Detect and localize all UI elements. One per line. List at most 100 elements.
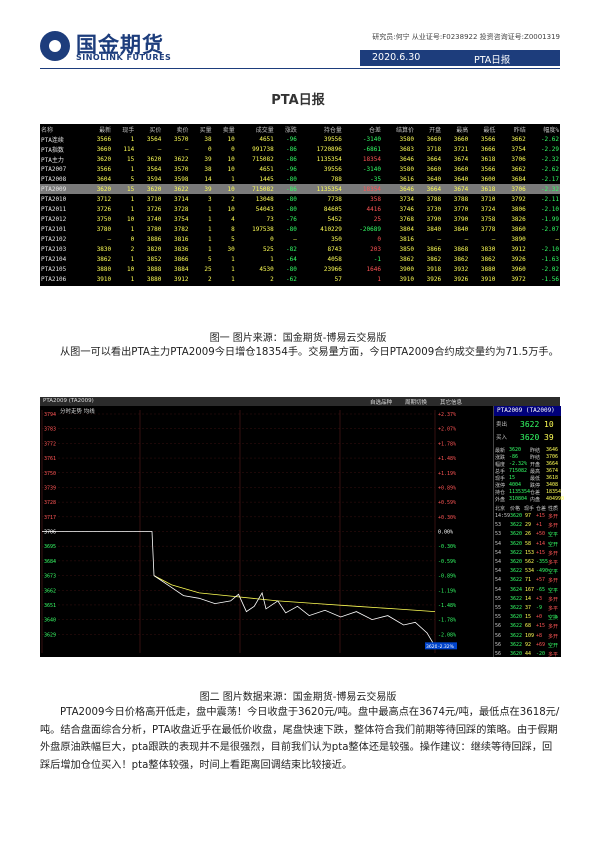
quote-cell: -2.10 [540, 245, 559, 253]
quote-cell: PTA连续 [41, 136, 64, 144]
panel-cell: 404990 [546, 496, 565, 502]
quote-cell: 1135354 [297, 184, 343, 194]
quote-row[interactable]: PTA2009 3620 15 3620 3622 39 10 715082 -86 113535… [40, 184, 560, 194]
quote-cell: 5 [231, 235, 235, 243]
quote-cell: 788 [331, 175, 342, 183]
toolbar-item[interactable]: 周期切换 [405, 398, 427, 406]
quote-cell: -80 [286, 265, 297, 273]
quote-cell: -2.32 [526, 184, 560, 194]
panel-cell: 109 [525, 632, 535, 639]
column-header[interactable]: 持仓量 [298, 124, 343, 134]
quote-row[interactable]: PTA连续 3566 1 3564 3570 38 10 4651 -96 39556 -3140 3… [40, 134, 560, 144]
quote-row[interactable]: PTA2106 3910 1 3880 3912 2 1 2 -62 57 1 3910 3926 392… [40, 274, 560, 284]
column-header[interactable]: 名称 [40, 124, 85, 134]
panel-cell: 153 [525, 549, 535, 556]
quote-cell: 3750 [96, 215, 112, 223]
quote-cell: 3770 [453, 205, 469, 213]
quote-cell: 3721 [453, 145, 469, 153]
toolbar-item[interactable]: 自选品种 [370, 398, 392, 406]
quote-cell: 1135354 [316, 155, 342, 163]
panel-cell: 55 [495, 605, 502, 611]
quote-cell: 3618 [469, 184, 497, 194]
quote-cell: 3570 [174, 165, 189, 173]
quote-cell: -35 [370, 175, 381, 183]
tick-row: 53 3620 26 +50 空平 [494, 530, 561, 539]
quote-row[interactable]: PTA2008 3604 5 3594 3598 14 1 1445 -80 788 -35 3616… [40, 174, 560, 184]
column-header[interactable]: 买价 [135, 124, 162, 134]
quote-cell: 0 [231, 145, 235, 153]
panel-cell: 多开 [548, 514, 559, 520]
quote-cell: 3778 [480, 225, 496, 233]
column-header[interactable]: 开盘 [415, 124, 442, 134]
quote-row[interactable]: PTA2103 3830 2 3820 3836 1 30 525 -82 8743 203 3850… [40, 244, 560, 254]
column-header[interactable]: 涨跌 [275, 124, 298, 134]
quote-row[interactable]: PTA2011 3726 1 3726 3728 1 10 54043 -80 84605 4416… [40, 204, 560, 214]
quote-row[interactable]: PTA2101 3780 1 3780 3782 1 8 197538 -80 410229 -20… [40, 224, 560, 234]
panel-cell: 现手 [524, 506, 535, 512]
quote-cell: 4058 [327, 255, 342, 263]
quote-cell: 3646 [381, 184, 415, 194]
quote-cell: 3666 [480, 145, 496, 153]
panel-cell: 53 [495, 522, 502, 529]
panel-cell: 26 [525, 531, 532, 538]
quote-row[interactable]: PTA2007 3566 1 3564 3570 38 10 4651 -96 39556 -314… [40, 164, 560, 174]
quote-cell: -2.29 [540, 145, 559, 153]
company-logo-icon [40, 31, 70, 61]
column-header[interactable]: 最低 [469, 124, 496, 134]
quote-cell: 3880 [146, 275, 162, 283]
quote-row[interactable]: PTA2012 3750 10 3740 3754 1 4 73 -76 5452 25 3768 37… [40, 214, 560, 224]
panel-cell: 多平 [548, 560, 559, 566]
quote-cell: 3816 [174, 235, 189, 243]
quote-cell: 3910 [96, 275, 112, 283]
quote-cell: 23966 [323, 265, 342, 273]
quote-cell: 3888 [146, 265, 162, 273]
quote-cell: 3706 [511, 155, 526, 163]
column-header[interactable]: 买量 [190, 124, 213, 134]
column-header[interactable]: 现手 [112, 124, 135, 134]
quote-cell: 3622 [162, 184, 190, 194]
quote-cell: 14 [204, 175, 212, 183]
quote-cell: 3866 [426, 245, 442, 253]
quote-row[interactable]: PTA2010 3712 1 3710 3714 3 2 13048 -80 7738 358 373… [40, 194, 560, 204]
tick-row: 56 3622 109 +8 多开 [494, 632, 561, 641]
quote-cell: 4530 [259, 265, 274, 273]
quote-cell: 3926 [511, 255, 526, 263]
quote-row[interactable]: PTA2105 3880 10 3888 3884 25 1 4530 -80 23966 1646… [40, 264, 560, 274]
quote-cell: 3912 [174, 275, 189, 283]
panel-cell: 54 [495, 577, 502, 584]
quote-cell: 25 [373, 215, 381, 223]
quote-row[interactable]: PTA2104 3862 1 3852 3866 5 1 1 -64 4058 -1 3862 3862… [40, 254, 560, 264]
column-header[interactable]: 仓差 [343, 124, 382, 134]
quote-cell: 2 [231, 195, 235, 203]
column-header[interactable]: 卖价 [162, 124, 189, 134]
y-tick-label: 3640 [44, 618, 56, 624]
column-header[interactable]: 成交量 [236, 124, 275, 134]
panel-cell: 10 [544, 420, 554, 429]
paragraph-1: 从图一可以看出PTA主力PTA2009今日增仓18354手。交易量方面，今日PT… [40, 344, 560, 362]
quote-cell: 7738 [327, 195, 342, 203]
column-header[interactable]: 昨结 [500, 124, 527, 134]
quote-cell: 3600 [480, 175, 496, 183]
toolbar-item[interactable]: 其它信息 [440, 398, 462, 406]
column-header[interactable]: 幅度% [527, 124, 560, 134]
column-header[interactable]: 卖量 [213, 124, 236, 134]
chart-toolbar: PTA2009 (TA2009) 分时走势 均线 自选品种 周期切换 其它信息 [40, 397, 560, 415]
quote-cell: 30 [227, 245, 235, 253]
column-header[interactable]: 最新 [85, 124, 112, 134]
pct-tick-label: +0.59% [438, 500, 456, 506]
quote-cell: 3758 [480, 215, 496, 223]
quote-cell: 3622 [174, 155, 189, 163]
quote-cell: 3710 [146, 195, 162, 203]
quote-cell: 1 [207, 215, 212, 223]
quote-row[interactable]: PTA2102 — 0 3886 3816 1 5 0 — 350 0 3816 — — — 3890 — [40, 234, 560, 244]
quote-cell: 3566 [480, 135, 496, 143]
quote-row[interactable]: PTA指数 3660 114 — — 0 0 991738 -86 1720896 -6861 368… [40, 144, 560, 154]
quote-row[interactable]: PTA主力 3620 15 3620 3622 39 10 715082 -86 1135354 1… [40, 154, 560, 164]
column-header[interactable]: 最高 [442, 124, 469, 134]
column-header[interactable]: 结算价 [382, 124, 415, 134]
price-line [42, 531, 436, 647]
quote-cell: 3662 [511, 135, 526, 143]
quote-cell: 4416 [366, 205, 381, 213]
quote-cell: 0 [270, 235, 274, 243]
pct-tick-label: +2.37% [438, 412, 456, 418]
